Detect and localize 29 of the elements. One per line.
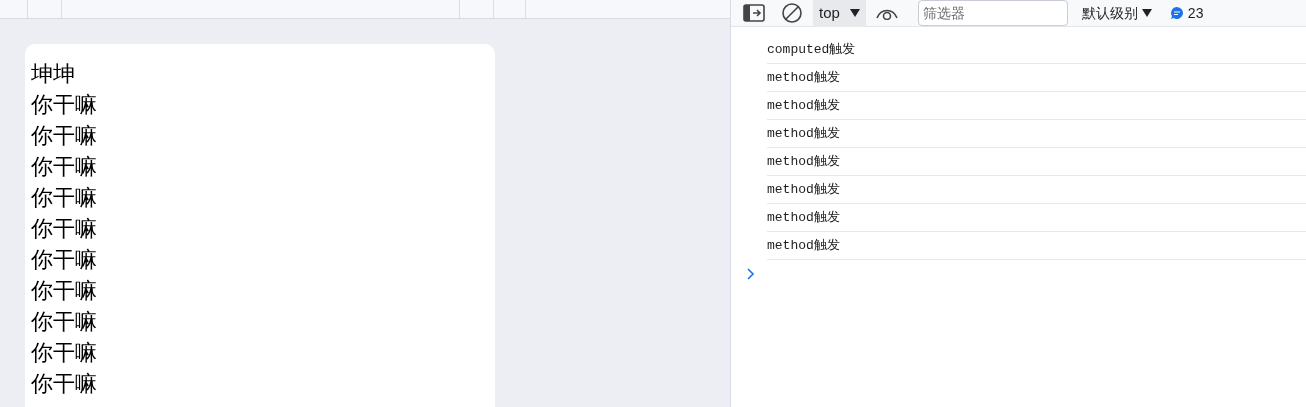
message-icon bbox=[1169, 6, 1184, 20]
sidebar-toggle-icon[interactable] bbox=[743, 4, 765, 22]
text-line: 你干嘛 bbox=[31, 246, 97, 274]
text-line: 你干嘛 bbox=[31, 339, 97, 367]
text-line: 你干嘛 bbox=[31, 215, 97, 243]
text-line: 你干嘛 bbox=[31, 370, 97, 398]
clear-icon[interactable] bbox=[781, 2, 803, 24]
log-message: method触发 bbox=[767, 236, 840, 256]
log-message: method触发 bbox=[767, 152, 840, 172]
log-message: method触发 bbox=[767, 124, 840, 144]
log-message: method触发 bbox=[767, 68, 840, 88]
text-line: 你干嘛 bbox=[31, 91, 97, 119]
text-line: 坤坤 bbox=[31, 60, 75, 88]
text-line: 你干嘛 bbox=[31, 122, 97, 150]
log-message: method触发 bbox=[767, 96, 840, 116]
text-line: 你干嘛 bbox=[31, 153, 97, 181]
log-message: method触发 bbox=[767, 208, 840, 228]
filter-field[interactable]: 筛选器 bbox=[917, 0, 1068, 26]
prompt-chevron-icon[interactable] bbox=[747, 268, 755, 280]
text-line: 你干嘛 bbox=[31, 277, 97, 305]
text-line: 你干嘛 bbox=[31, 184, 97, 212]
caret-icon bbox=[849, 9, 860, 17]
log-message: computed触发 bbox=[767, 40, 856, 60]
context-dropdown[interactable]: top bbox=[813, 0, 866, 27]
text-line: 你干嘛 bbox=[31, 308, 97, 336]
caret-icon bbox=[1141, 9, 1152, 17]
message-count: 23 bbox=[1187, 3, 1204, 23]
level-dropdown[interactable]: 默认级别 bbox=[1079, 2, 1154, 24]
log-message: method触发 bbox=[767, 180, 840, 200]
